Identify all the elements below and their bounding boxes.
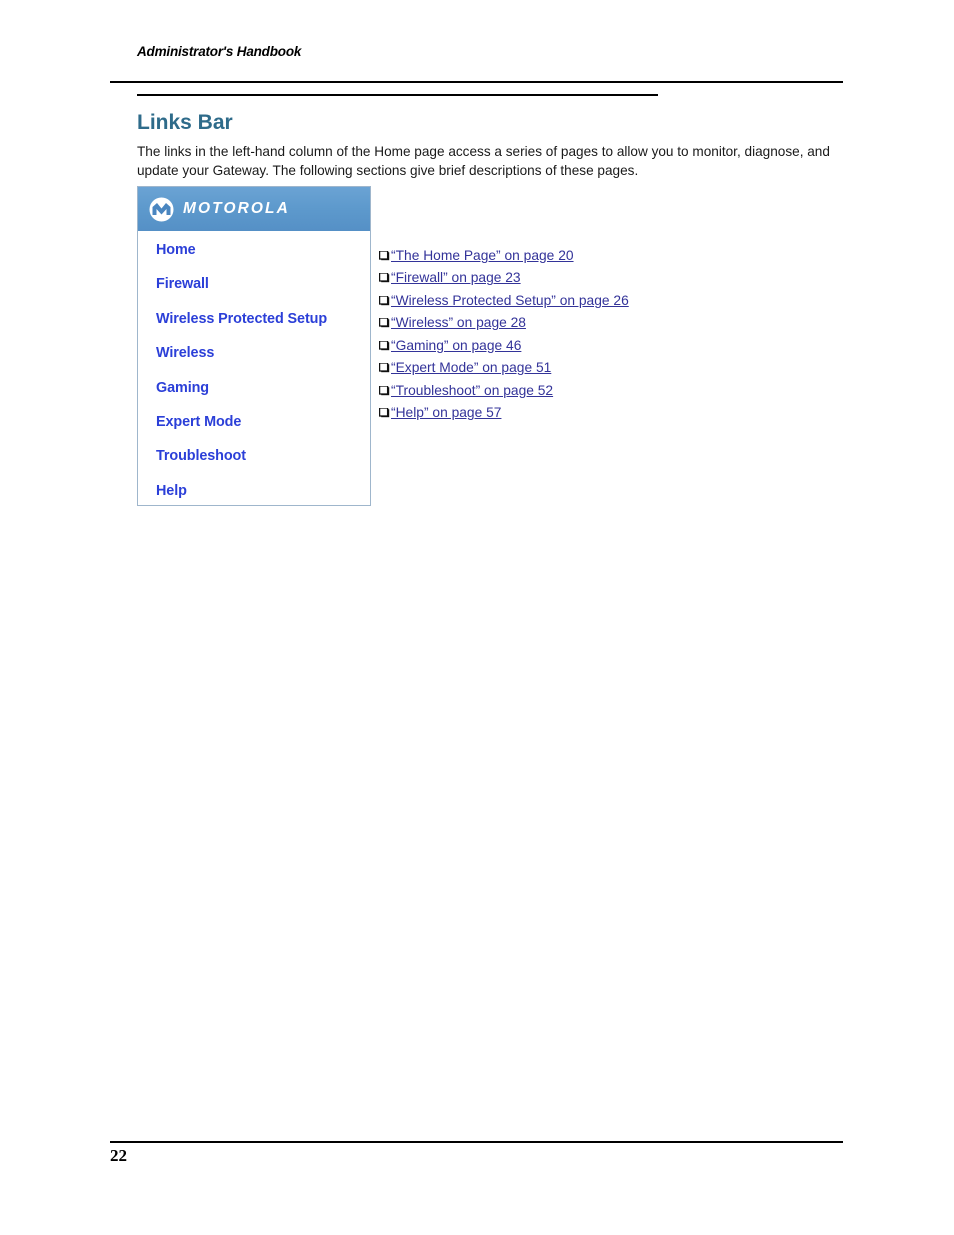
xref-link-troubleshoot[interactable]: “Troubleshoot” on page 52 xyxy=(391,383,553,398)
links-bar-nav: Home Firewall Wireless Protected Setup W… xyxy=(138,231,370,499)
list-item: “Expert Mode” on page 51 xyxy=(379,360,799,375)
motorola-brand-header: MOTOROLA xyxy=(138,187,370,231)
xref-link-help[interactable]: “Help” on page 57 xyxy=(391,405,501,420)
square-bullet-icon xyxy=(379,363,390,373)
square-bullet-icon xyxy=(379,385,390,395)
list-item: “Firewall” on page 23 xyxy=(379,270,799,285)
page-number: 22 xyxy=(110,1146,127,1165)
square-bullet-icon xyxy=(379,408,390,418)
running-header: Administrator's Handbook xyxy=(137,44,302,59)
page-title: Links Bar xyxy=(137,111,233,135)
nav-item-troubleshoot[interactable]: Troubleshoot xyxy=(156,449,370,464)
list-item: “Troubleshoot” on page 52 xyxy=(379,383,799,398)
nav-item-help[interactable]: Help xyxy=(156,483,370,498)
xref-link-the-home-page[interactable]: “The Home Page” on page 20 xyxy=(391,248,574,263)
square-bullet-icon xyxy=(379,318,390,328)
list-item: “Help” on page 57 xyxy=(379,405,799,420)
nav-item-home[interactable]: Home xyxy=(156,243,370,258)
list-item: “The Home Page” on page 20 xyxy=(379,248,799,263)
xref-link-wireless[interactable]: “Wireless” on page 28 xyxy=(391,315,526,330)
xref-link-firewall[interactable]: “Firewall” on page 23 xyxy=(391,270,521,285)
nav-item-gaming[interactable]: Gaming xyxy=(156,380,370,395)
nav-item-expert-mode[interactable]: Expert Mode xyxy=(156,415,370,430)
list-item: “Wireless” on page 28 xyxy=(379,315,799,330)
square-bullet-icon xyxy=(379,273,390,283)
xref-link-wireless-protected-setup[interactable]: “Wireless Protected Setup” on page 26 xyxy=(391,293,629,308)
nav-item-wireless[interactable]: Wireless xyxy=(156,346,370,361)
intro-paragraph: The links in the left-hand column of the… xyxy=(137,143,830,178)
list-item: “Wireless Protected Setup” on page 26 xyxy=(379,293,799,308)
nav-item-wireless-protected-setup[interactable]: Wireless Protected Setup xyxy=(156,311,370,326)
header-rule xyxy=(110,81,843,83)
nav-item-firewall[interactable]: Firewall xyxy=(156,277,370,292)
square-bullet-icon xyxy=(379,295,390,306)
cross-reference-list: “The Home Page” on page 20 “Firewall” on… xyxy=(379,248,799,428)
motorola-wordmark: MOTOROLA xyxy=(183,200,290,217)
footer-rule xyxy=(110,1141,843,1143)
xref-link-gaming[interactable]: “Gaming” on page 46 xyxy=(391,338,521,353)
square-bullet-icon xyxy=(379,340,390,350)
square-bullet-icon xyxy=(379,251,390,261)
heading-rule xyxy=(137,94,658,96)
list-item: “Gaming” on page 46 xyxy=(379,338,799,353)
xref-link-expert-mode[interactable]: “Expert Mode” on page 51 xyxy=(391,360,551,375)
motorola-logo-icon xyxy=(149,197,174,221)
document-page: Administrator's Handbook Links Bar The l… xyxy=(0,0,954,1235)
links-bar-screenshot: MOTOROLA Home Firewall Wireless Protecte… xyxy=(137,186,371,506)
